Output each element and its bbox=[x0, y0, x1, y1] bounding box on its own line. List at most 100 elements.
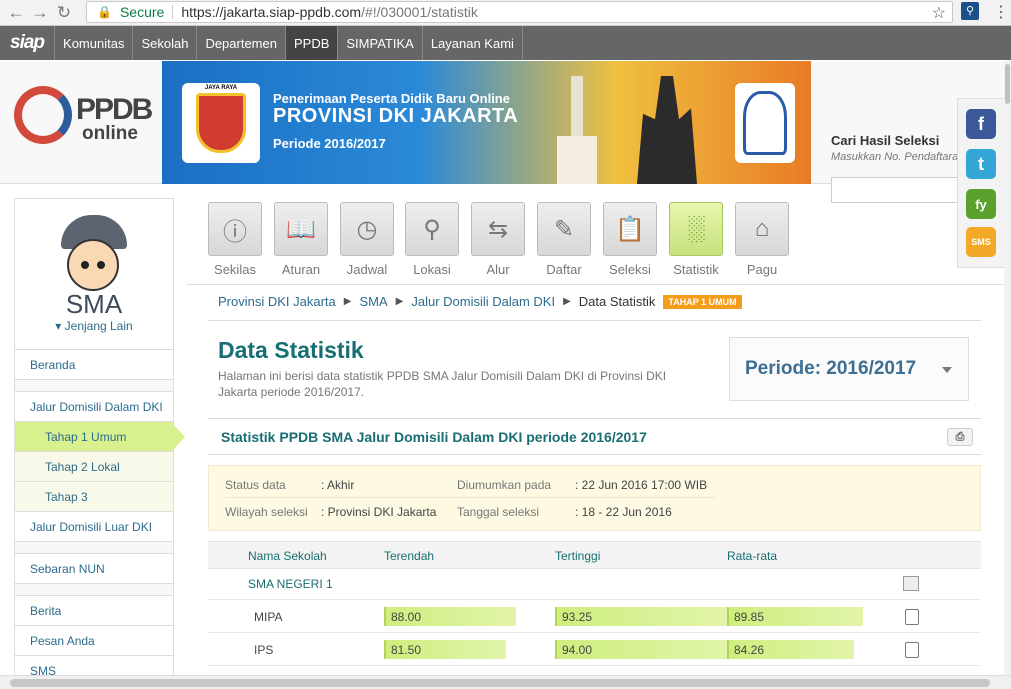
announced-value: : 22 Jun 2016 17:00 WIB bbox=[575, 478, 708, 492]
divider bbox=[208, 320, 981, 321]
min-score-bar: 88.00 bbox=[384, 607, 516, 626]
facebook-icon[interactable]: f bbox=[966, 109, 996, 139]
section-title: Statistik PPDB SMA Jalur Domisili Dalam … bbox=[221, 428, 647, 445]
breadcrumb-separator-icon: ▶ bbox=[395, 296, 404, 307]
clipboard-check-icon[interactable] bbox=[905, 609, 919, 625]
tab-label: Aturan bbox=[281, 262, 321, 277]
ppdb-logo-text: PPDB bbox=[76, 93, 153, 126]
column-header: Rata-rata bbox=[727, 549, 778, 563]
breadcrumb-separator-icon: ▶ bbox=[343, 296, 352, 307]
topnav-komunitas[interactable]: Komunitas bbox=[55, 26, 134, 60]
chevron-down-icon bbox=[942, 367, 952, 373]
page-description: Halaman ini berisi data statistik PPDB S… bbox=[218, 369, 667, 399]
sidebar-item-tahap-2[interactable]: Tahap 2 Lokal bbox=[15, 452, 173, 482]
sidebar-item-pesan[interactable]: Pesan Anda bbox=[15, 626, 173, 656]
column-header: Nama Sekolah bbox=[248, 549, 327, 563]
tab-label: Statistik bbox=[673, 262, 719, 277]
secure-label: Secure bbox=[119, 4, 165, 20]
breadcrumb-link[interactable]: SMA bbox=[359, 294, 387, 309]
major-name: MIPA bbox=[254, 610, 283, 624]
tab-sekilas[interactable]: ⓘ Sekilas bbox=[208, 202, 262, 277]
sidebar-item-jalur-luar[interactable]: Jalur Domisili Luar DKI bbox=[15, 512, 173, 542]
tab-daftar[interactable]: ✎ Daftar bbox=[537, 202, 591, 277]
line-chart-icon[interactable] bbox=[903, 576, 919, 591]
min-score: 81.50 bbox=[391, 643, 422, 657]
tab-label: Daftar bbox=[546, 262, 582, 277]
table-row: IPS 81.50 94.00 84.26 bbox=[208, 633, 981, 666]
topnav-sekolah[interactable]: Sekolah bbox=[133, 26, 198, 60]
siap-logo[interactable]: siap bbox=[10, 26, 56, 60]
sidebar-item-beranda[interactable]: Beranda bbox=[15, 350, 173, 380]
vertical-scrollbar[interactable] bbox=[1004, 61, 1011, 675]
avg-score-bar: 84.26 bbox=[727, 640, 854, 659]
address-bar[interactable]: 🔒 Secure https://jakarta.siap-ppdb.com/#… bbox=[86, 1, 953, 23]
section-tabs: ⓘ Sekilas 📖 Aturan ◷ Jadwal ⚲ Lokasi ⇆ Alur ✎… bbox=[187, 184, 1004, 285]
clock-icon: ◷ bbox=[340, 202, 394, 256]
sidebar-divider bbox=[15, 542, 173, 554]
monas-monument-image bbox=[557, 76, 597, 184]
extension-icon[interactable]: ⚲ bbox=[961, 2, 979, 20]
browser-toolbar: ← → ↻ 🔒 Secure https://jakarta.siap-ppdb… bbox=[0, 0, 1011, 26]
status-row: Status data : Akhir Diumumkan pada : 22 … bbox=[225, 472, 715, 498]
clipboard-check-icon[interactable] bbox=[905, 642, 919, 658]
back-icon[interactable]: ← bbox=[4, 2, 28, 24]
jakarta-shield-icon bbox=[196, 93, 246, 153]
periode-dropdown[interactable]: Periode: 2016/2017 bbox=[729, 337, 969, 401]
sidebar-item-jalur-dki[interactable]: Jalur Domisili Dalam DKI bbox=[15, 392, 173, 422]
topnav-layanan[interactable]: Layanan Kami bbox=[423, 26, 523, 60]
tab-alur[interactable]: ⇆ Alur bbox=[471, 202, 525, 277]
topnav-departemen[interactable]: Departemen bbox=[197, 26, 286, 60]
status-label: Status data bbox=[225, 478, 286, 492]
lock-icon: 🔒 bbox=[97, 5, 112, 19]
home-icon: ⌂ bbox=[735, 202, 789, 256]
ppdb-online-logo[interactable]: PPDB online bbox=[14, 81, 153, 159]
topnav-ppdb[interactable]: PPDB bbox=[285, 26, 339, 60]
column-header: Tertinggi bbox=[555, 549, 601, 563]
scrollbar-thumb[interactable] bbox=[10, 679, 990, 687]
forward-icon[interactable]: → bbox=[28, 2, 52, 24]
book-icon: 📖 bbox=[274, 202, 328, 256]
search-panel: Cari Hasil Seleksi Masukkan No. Pendafta… bbox=[831, 133, 1001, 203]
stats-table-header: Nama Sekolah Terendah Tertinggi Rata-rat… bbox=[208, 541, 981, 569]
separator bbox=[172, 5, 174, 19]
other-level-dropdown[interactable]: ▾ Jenjang Lain bbox=[15, 319, 173, 333]
tab-lokasi[interactable]: ⚲ Lokasi bbox=[405, 202, 459, 277]
reload-icon[interactable]: ↻ bbox=[52, 2, 76, 24]
twitter-icon[interactable]: t bbox=[966, 149, 996, 179]
breadcrumb-link[interactable]: Jalur Domisili Dalam DKI bbox=[411, 294, 555, 309]
tab-seleksi[interactable]: 📋 Seleksi bbox=[603, 202, 657, 277]
sidebar-item-berita[interactable]: Berita bbox=[15, 596, 173, 626]
student-mascot-image bbox=[53, 215, 133, 297]
tab-statistik[interactable]: ░ Statistik bbox=[669, 202, 723, 277]
online-logo-text: online bbox=[82, 123, 138, 144]
selection-date-label: Tanggal seleksi bbox=[457, 505, 540, 519]
tab-jadwal[interactable]: ◷ Jadwal bbox=[340, 202, 394, 277]
bookmark-star-icon[interactable]: ☆ bbox=[932, 3, 946, 23]
sidebar-item-tahap-1[interactable]: Tahap 1 Umum bbox=[15, 422, 185, 452]
sidebar-divider bbox=[15, 584, 173, 596]
tab-pagu[interactable]: ⌂ Pagu bbox=[735, 202, 789, 277]
breadcrumb-link[interactable]: Provinsi DKI Jakarta bbox=[218, 294, 336, 309]
periode-label: Periode: 2016/2017 bbox=[745, 358, 917, 379]
major-name: IPS bbox=[254, 643, 274, 657]
avg-score: 84.26 bbox=[734, 643, 765, 657]
sidebar-item-tahap-3[interactable]: Tahap 3 bbox=[15, 482, 173, 512]
tab-label: Lokasi bbox=[413, 262, 451, 277]
horizontal-scrollbar[interactable] bbox=[0, 675, 1011, 689]
topnav-simpatika[interactable]: SIMPATIKA bbox=[338, 26, 423, 60]
column-header: Terendah bbox=[384, 549, 435, 563]
site-topnav: siap Komunitas Sekolah Departemen PPDB S… bbox=[0, 26, 1011, 60]
sidebar-item-sebaran[interactable]: Sebaran NUN bbox=[15, 554, 173, 584]
print-button[interactable]: ⎙ bbox=[947, 428, 973, 446]
browser-menu-icon[interactable]: ⋮ bbox=[993, 2, 1009, 22]
tab-label: Seleksi bbox=[609, 262, 651, 277]
school-name[interactable]: SMA NEGERI 1 bbox=[248, 577, 333, 591]
url-path: /#!/030001/statistik bbox=[361, 4, 478, 20]
tab-label: Jadwal bbox=[346, 262, 388, 277]
breadcrumb-current: Data Statistik bbox=[578, 294, 656, 309]
tab-aturan[interactable]: 📖 Aturan bbox=[274, 202, 328, 277]
status-row: Wilayah seleksi : Provinsi DKI Jakarta T… bbox=[225, 499, 715, 525]
dki-banner: JAYA RAYA Penerimaan Peserta Didik Baru … bbox=[162, 61, 811, 184]
scrollbar-thumb[interactable] bbox=[1005, 64, 1010, 104]
status-box: Status data : Akhir Diumumkan pada : 22 … bbox=[208, 465, 981, 531]
